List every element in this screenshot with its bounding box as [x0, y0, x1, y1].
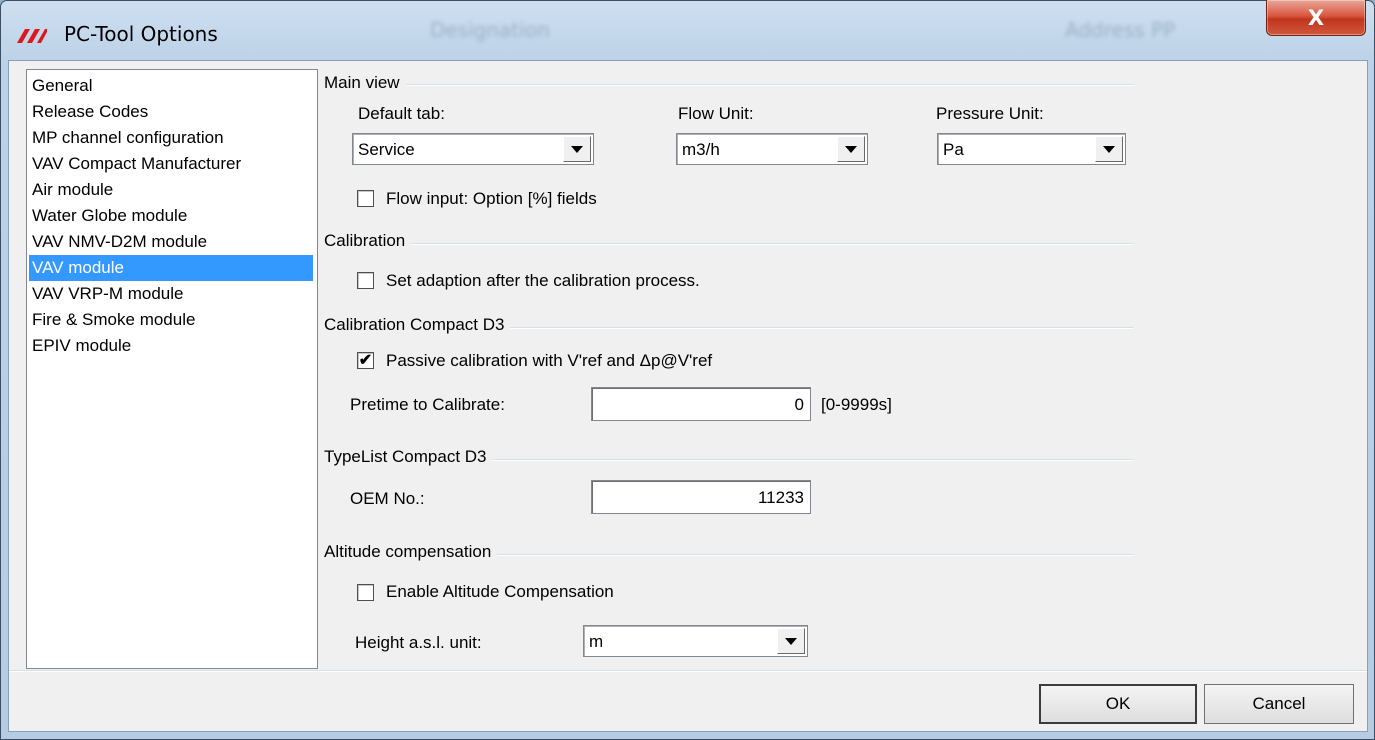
chevron-down-icon[interactable] [563, 136, 591, 162]
button-bar-divider [9, 670, 1367, 672]
flow-input-label[interactable]: Flow input: Option [%] fields [386, 189, 597, 209]
chevron-down-icon[interactable] [777, 628, 805, 654]
checkmark-icon: ✔ [358, 352, 373, 369]
nav-item-air-module[interactable]: Air module [29, 177, 313, 203]
nav-item-general[interactable]: General [29, 73, 313, 99]
background-header-designation: Designation [430, 18, 550, 42]
chevron-down-icon[interactable] [1095, 136, 1123, 162]
nav-item-vav-compact-manufacturer[interactable]: VAV Compact Manufacturer [29, 151, 313, 177]
dialog-client-area: General Release Codes MP channel configu… [8, 60, 1368, 732]
pressure-unit-select[interactable]: Pa [937, 133, 1126, 165]
flow-unit-select[interactable]: m3/h [676, 133, 868, 165]
window-title: PC-Tool Options [64, 22, 218, 46]
chevron-down-icon[interactable] [837, 136, 865, 162]
set-adaption-label[interactable]: Set adaption after the calibration proce… [386, 271, 700, 291]
pressure-unit-label: Pressure Unit: [936, 104, 1044, 123]
background-header-address: Address PP [1065, 18, 1176, 42]
typelist-group-title: TypeList Compact D3 [324, 447, 493, 467]
ok-button-label: OK [1105, 694, 1131, 713]
nav-item-release-codes[interactable]: Release Codes [29, 99, 313, 125]
calibration-group-title: Calibration [324, 231, 412, 251]
pretime-range-hint: [0-9999s] [821, 395, 892, 414]
close-button[interactable]: X [1266, 0, 1366, 36]
height-unit-value: m [589, 632, 604, 651]
cancel-button-label: Cancel [1252, 694, 1306, 713]
default-tab-select[interactable]: Service [352, 133, 594, 165]
height-unit-select[interactable]: m [583, 625, 808, 657]
set-adaption-checkbox[interactable] [357, 272, 374, 289]
calibration-compact-d3-group-title: Calibration Compact D3 [324, 315, 511, 335]
enable-altitude-label[interactable]: Enable Altitude Compensation [386, 582, 614, 602]
oem-label: OEM No.: [350, 489, 425, 508]
pretime-value: 0 [794, 395, 804, 414]
cancel-button[interactable]: Cancel [1204, 684, 1354, 724]
nav-item-vav-module[interactable]: VAV module [29, 255, 313, 281]
passive-calibration-label[interactable]: Passive calibration with V'ref and Δp@V'… [386, 351, 712, 371]
flow-unit-label: Flow Unit: [678, 104, 754, 123]
ok-button[interactable]: OK [1039, 684, 1197, 724]
main-view-group-title: Main view [324, 73, 406, 93]
title-bar[interactable]: PC-Tool Options Designation Address PP X [0, 0, 1375, 62]
options-category-list[interactable]: General Release Codes MP channel configu… [26, 69, 318, 669]
app-logo-icon [17, 29, 47, 43]
pressure-unit-value: Pa [943, 140, 964, 159]
passive-calibration-checkbox[interactable]: ✔ [357, 352, 374, 369]
nav-item-mp-channel-configuration[interactable]: MP channel configuration [29, 125, 313, 151]
enable-altitude-checkbox[interactable] [357, 584, 374, 601]
oem-value: 11233 [757, 488, 804, 507]
default-tab-value: Service [358, 140, 415, 159]
nav-item-vav-nmv-d2m-module[interactable]: VAV NMV-D2M module [29, 229, 313, 255]
flow-unit-value: m3/h [682, 140, 720, 159]
nav-item-vav-vrp-m-module[interactable]: VAV VRP-M module [29, 281, 313, 307]
close-icon: X [1307, 5, 1325, 30]
pretime-label: Pretime to Calibrate: [350, 395, 505, 414]
nav-item-epiv-module[interactable]: EPIV module [29, 333, 313, 359]
nav-item-water-globe-module[interactable]: Water Globe module [29, 203, 313, 229]
main-view-divider [325, 84, 1133, 86]
calibration-divider [325, 243, 1133, 245]
nav-item-fire-smoke-module[interactable]: Fire & Smoke module [29, 307, 313, 333]
default-tab-label: Default tab: [358, 104, 445, 123]
altitude-group-title: Altitude compensation [324, 542, 498, 562]
flow-input-checkbox[interactable] [357, 190, 374, 207]
pretime-input[interactable]: 0 [591, 387, 811, 421]
height-unit-label: Height a.s.l. unit: [355, 633, 482, 652]
oem-input[interactable]: 11233 [591, 480, 811, 514]
